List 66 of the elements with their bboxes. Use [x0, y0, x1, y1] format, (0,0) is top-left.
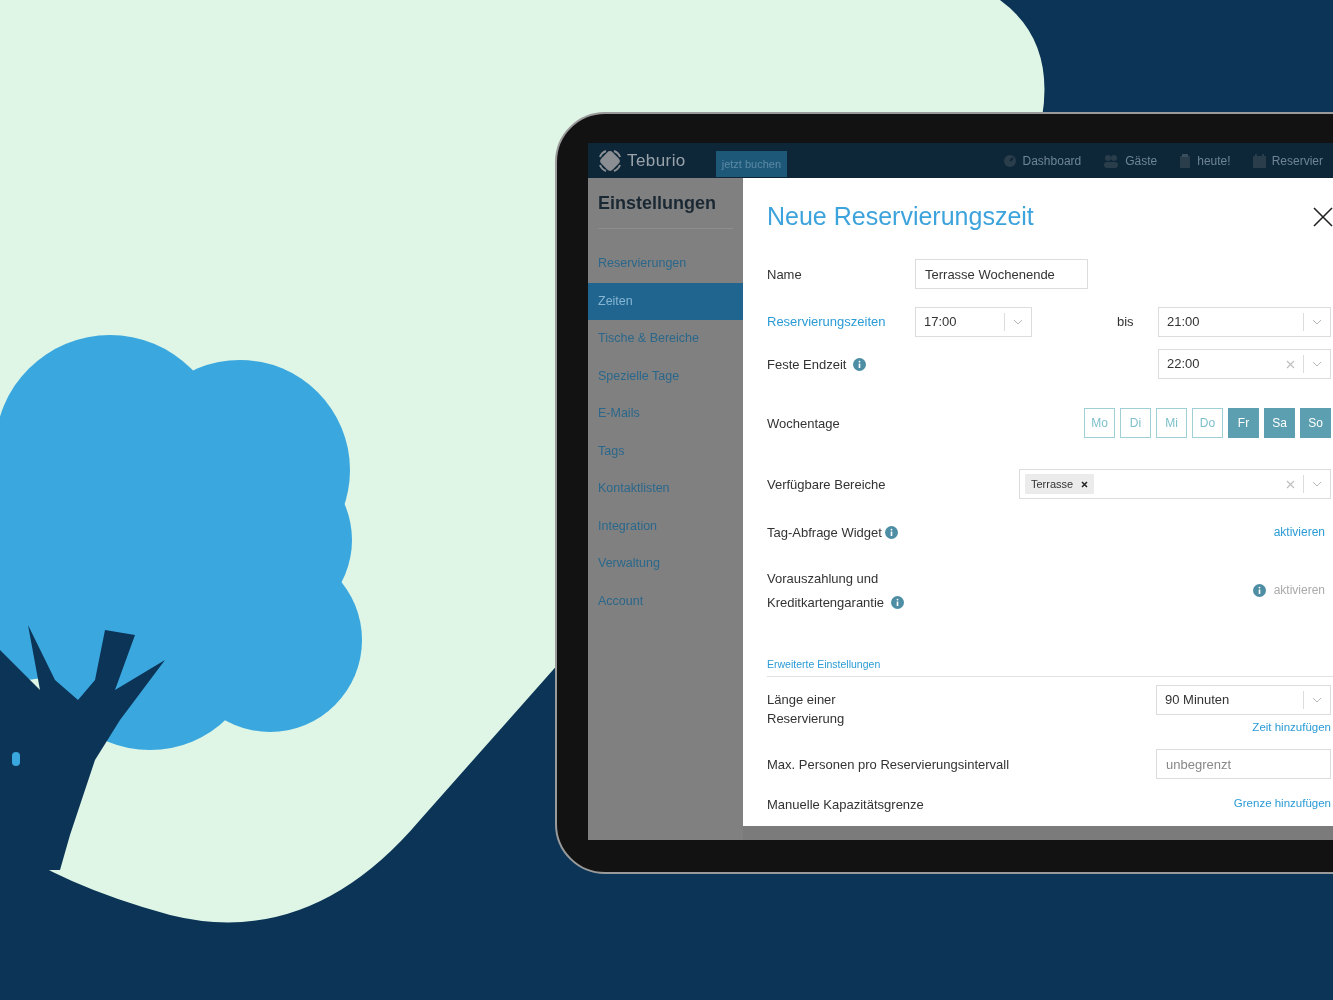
nav-link[interactable]: heute! [1179, 151, 1231, 170]
sidebar-item[interactable]: Kontaktlisten [588, 470, 743, 508]
weekday-toggle[interactable]: Mo [1084, 408, 1115, 438]
end-time-select[interactable]: 21:00 [1158, 307, 1331, 337]
book-button[interactable]: jetzt buchen [715, 151, 788, 177]
field-label: Verfügbare Bereiche [767, 475, 887, 494]
field-label: Vorauszahlung und Kreditkartengarantie [767, 571, 886, 610]
max-persons-input[interactable]: unbegrenzt [1156, 749, 1331, 779]
sidebar-item[interactable]: Verwaltung [588, 545, 743, 583]
field-label: Wochentage [767, 414, 841, 433]
add-limit-link[interactable]: Grenze hinzufügen [1233, 795, 1331, 813]
sidebar-item[interactable]: Reservierungen [588, 245, 743, 283]
fixed-end-select[interactable]: 22:00 [1158, 349, 1331, 379]
weekday-toggle[interactable]: Fr [1228, 408, 1259, 438]
nav-link[interactable]: Gäste [1103, 151, 1158, 170]
chevron-down-icon [1312, 319, 1322, 325]
sidebar-item[interactable]: E-Mails [588, 395, 743, 433]
sidebar-item[interactable]: Spezielle Tage [588, 357, 743, 395]
nav-link[interactable]: Dashboard [1002, 151, 1082, 170]
chevron-down-icon [1312, 361, 1322, 367]
nav-link[interactable]: Reservier [1252, 151, 1323, 170]
sidebar-item[interactable]: Tische & Bereiche [588, 320, 743, 358]
info-icon [1252, 583, 1266, 597]
weekday-toggle[interactable]: Mi [1156, 408, 1187, 438]
info-icon [884, 525, 898, 539]
activate-link[interactable]: aktivieren [1273, 523, 1325, 541]
field-label: Reservierungszeiten [767, 313, 887, 332]
info-icon [852, 357, 866, 371]
start-time-select[interactable]: 17:00 [915, 307, 1032, 337]
logo-icon [598, 148, 622, 173]
weekday-toggle[interactable]: Sa [1264, 408, 1295, 438]
duration-select[interactable]: 90 Minuten [1156, 685, 1331, 715]
field-label: Manuelle Kapazitätsgrenze [767, 795, 924, 814]
sidebar-item[interactable]: Zeiten [588, 282, 743, 320]
info-icon [890, 596, 904, 609]
close-icon[interactable] [1313, 207, 1333, 227]
field-label: Tag-Abfrage Widget [767, 523, 882, 542]
separator-text: bis [1117, 313, 1135, 332]
chevron-down-icon [1312, 481, 1322, 487]
gauge-icon [1002, 153, 1017, 168]
add-time-link[interactable]: Zeit hinzufügen [1252, 719, 1331, 737]
clipboard-icon [1179, 153, 1192, 168]
name-input[interactable]: Terrasse Wochenende [915, 259, 1088, 289]
tag-label: Terrasse [1031, 476, 1074, 492]
weekday-toggle[interactable]: Di [1120, 408, 1151, 438]
sidebar-title: Einstellungen [598, 193, 716, 213]
chevron-down-icon [1312, 697, 1322, 703]
people-icon [1103, 153, 1120, 168]
sidebar-item[interactable]: Tags [588, 432, 743, 470]
clear-icon [1286, 479, 1295, 489]
field-label: Feste Endzeit [767, 355, 847, 374]
logo-text: Teburio [627, 149, 686, 172]
weekday-toggle[interactable]: Do [1192, 408, 1223, 438]
dialog-title: Neue Reservierungszeit [767, 201, 1034, 233]
field-label: Name [767, 265, 803, 284]
section-heading: Erweiterte Einstellungen [767, 658, 881, 670]
remove-tag-icon[interactable] [1081, 480, 1089, 488]
sidebar-item[interactable]: Integration [588, 507, 743, 545]
calendar-icon [1252, 153, 1266, 168]
clear-icon [1286, 359, 1295, 369]
field-label: Länge einer Reservierung [767, 691, 846, 728]
chevron-down-icon [1013, 319, 1023, 325]
field-label: Max. Personen pro Reservierungsintervall [767, 755, 1010, 774]
area-multiselect[interactable]: Terrasse [1019, 469, 1331, 499]
sidebar-item[interactable]: Account [588, 582, 743, 620]
weekday-toggle[interactable]: So [1300, 408, 1331, 438]
